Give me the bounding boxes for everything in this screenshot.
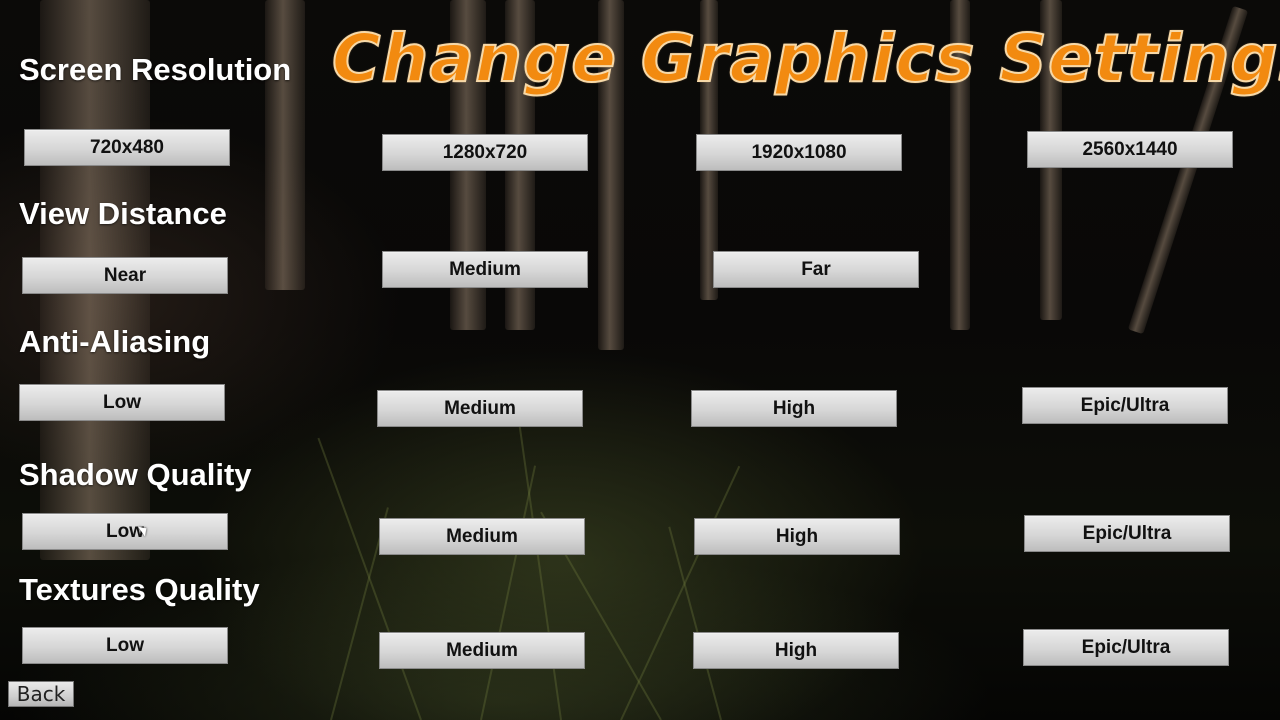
shadow-quality-high-button[interactable]: High: [694, 518, 900, 555]
back-button[interactable]: Back: [8, 681, 74, 707]
textures-quality-epic-button[interactable]: Epic/Ultra: [1023, 629, 1229, 666]
resolution-1280x720-button[interactable]: 1280x720: [382, 134, 588, 171]
shadow-quality-low-button[interactable]: Low: [22, 513, 228, 550]
view-distance-far-button[interactable]: Far: [713, 251, 919, 288]
shadow-quality-medium-button[interactable]: Medium: [379, 518, 585, 555]
page-title: Change Graphics Settings: [331, 19, 1280, 98]
label-screen-resolution: Screen Resolution: [19, 52, 292, 87]
view-distance-medium-button[interactable]: Medium: [382, 251, 588, 288]
anti-aliasing-low-button[interactable]: Low: [19, 384, 225, 421]
anti-aliasing-high-button[interactable]: High: [691, 390, 897, 427]
textures-quality-high-button[interactable]: High: [693, 632, 899, 669]
view-distance-near-button[interactable]: Near: [22, 257, 228, 294]
forest-background: [0, 0, 1280, 720]
label-textures-quality: Textures Quality: [19, 572, 260, 607]
anti-aliasing-medium-button[interactable]: Medium: [377, 390, 583, 427]
grass-blade: [480, 465, 537, 720]
label-shadow-quality: Shadow Quality: [19, 457, 252, 492]
resolution-2560x1440-button[interactable]: 2560x1440: [1027, 131, 1233, 168]
label-anti-aliasing: Anti-Aliasing: [19, 324, 211, 359]
tree-trunk: [265, 0, 305, 290]
label-view-distance: View Distance: [19, 196, 227, 231]
resolution-720x480-button[interactable]: 720x480: [24, 129, 230, 166]
shadow-quality-epic-button[interactable]: Epic/Ultra: [1024, 515, 1230, 552]
textures-quality-medium-button[interactable]: Medium: [379, 632, 585, 669]
grass-blade: [515, 402, 562, 720]
textures-quality-low-button[interactable]: Low: [22, 627, 228, 664]
anti-aliasing-epic-button[interactable]: Epic/Ultra: [1022, 387, 1228, 424]
resolution-1920x1080-button[interactable]: 1920x1080: [696, 134, 902, 171]
